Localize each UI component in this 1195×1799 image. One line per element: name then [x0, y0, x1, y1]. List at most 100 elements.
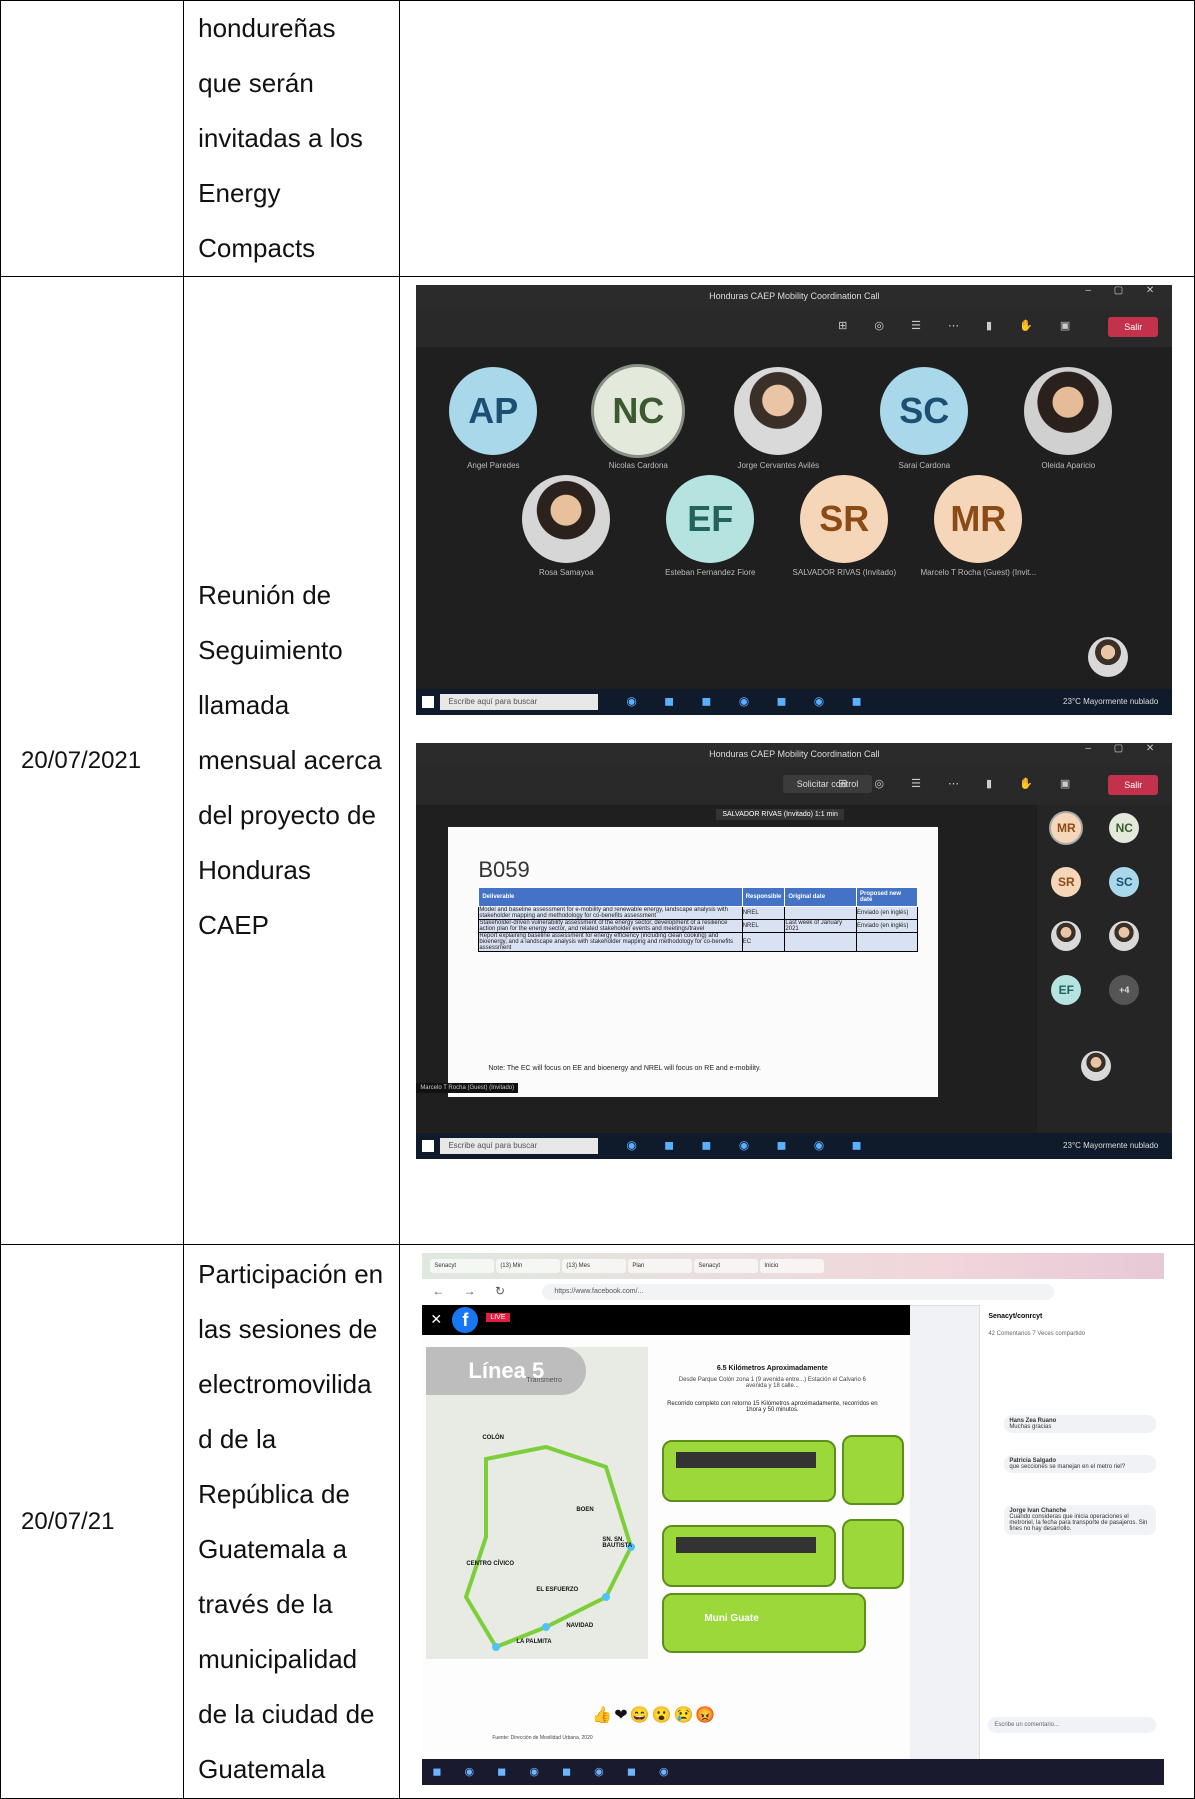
call-controls-icon[interactable]: ⊞ ◎ ☰ ⋯ ▮ ✋ ▣: [838, 777, 1082, 790]
shared-slide: B059 Deliverable Responsible Original da…: [448, 827, 939, 1097]
description-line: municipalidad: [198, 1643, 358, 1674]
comment-bubble: Hans Zea Ruano Muchas gracias: [1004, 1415, 1157, 1433]
taskbar-search-input[interactable]: Escribe aquí para buscar: [440, 694, 599, 710]
participant-name: Angel Paredes: [467, 461, 520, 470]
windows-start-icon[interactable]: [422, 696, 435, 708]
taskbar-apps-icon[interactable]: ◉ ◼ ◼ ◉ ◼ ◉ ◼: [626, 1138, 873, 1152]
poster-headline: 6.5 Kilómetros Aproximadamente: [716, 1365, 828, 1372]
browser-tab[interactable]: Senacyt: [694, 1259, 759, 1273]
participant-name: SALVADOR RIVAS (Invitado): [792, 568, 897, 577]
map-label: COLÓN: [482, 1435, 504, 1441]
date-cell: 20/07/2021: [0, 276, 185, 1245]
route-summary: Recorrido completo con retorno 15 Kilóme…: [667, 1401, 878, 1413]
bus-side-image: [662, 1525, 837, 1587]
comments-panel: Senacyt/conrcyt 42 Comentarios 7 Veces c…: [979, 1305, 1165, 1759]
comment-bubble: Jorge Ivan Chanche Cuando consideras que…: [1004, 1505, 1157, 1535]
route-map: Línea 5 Transmetro COLÓN BOEN SN. SN. BA…: [426, 1347, 649, 1659]
table-header: Deliverable: [478, 887, 743, 907]
self-video-thumbnail: [1088, 637, 1129, 677]
source-text: Fuente: Dirección de Movilidad Urbana, 2…: [492, 1735, 593, 1741]
slide-note: Note: The EC will focus on EE and bioene…: [488, 1065, 761, 1072]
evidence-cell: Honduras CAEP Mobility Coordination Call…: [399, 276, 1195, 1245]
more-participants-badge[interactable]: +4: [1109, 975, 1140, 1005]
participant-avatar: MR: [1051, 813, 1082, 843]
live-badge: LIVE: [486, 1313, 510, 1322]
facebook-live-screenshot: Senacyt (13) Min (13) Mes Plan Senacyt I…: [422, 1253, 1165, 1785]
description-line: del proyecto de: [198, 800, 376, 830]
close-icon[interactable]: ✕: [430, 1311, 442, 1328]
description-line: Compacts: [198, 233, 316, 263]
comment-text: Cuando consideras que inicia operaciones…: [1009, 1514, 1148, 1532]
window-title: Honduras CAEP Mobility Coordination Call: [416, 285, 1173, 307]
table-row: Model and baseline assessment for e-mobi…: [478, 906, 919, 920]
browser-tab[interactable]: Plan: [628, 1259, 693, 1273]
participant-photo: [1024, 367, 1113, 455]
self-video-thumbnail: [1081, 1051, 1112, 1081]
reactions-bar[interactable]: 👍❤😄😮😢😡: [592, 1705, 717, 1725]
taskbar-search-input[interactable]: Escribe aquí para buscar: [440, 1138, 599, 1154]
description-line: las sesiones de: [198, 1313, 378, 1344]
comment-input[interactable]: Escribe un comentario...: [988, 1717, 1157, 1733]
url-input[interactable]: https://www.facebook.com/...: [542, 1284, 1055, 1300]
table-cell: [784, 906, 857, 920]
description-line: Guatemala a: [198, 1533, 348, 1564]
deliverables-table: Deliverable Responsible Original date Pr…: [478, 887, 919, 952]
map-label: LA PALMITA: [516, 1639, 552, 1645]
browser-tabs: Senacyt (13) Min (13) Mes Plan Senacyt I…: [422, 1253, 1165, 1279]
map-label: NAVIDAD: [566, 1623, 594, 1629]
description-line: invitadas a los: [198, 123, 363, 153]
taskbar-weather: 23°C Mayormente nublado: [1063, 697, 1159, 706]
participant-photo: [1051, 921, 1082, 951]
map-label: CENTRO CÍVICO: [466, 1561, 514, 1567]
description-line: CAEP: [198, 910, 269, 940]
slide-title: B059: [478, 857, 530, 882]
date-cell: 20/07/21: [0, 1244, 185, 1799]
taskbar-apps-icon[interactable]: ◉ ◼ ◼ ◉ ◼ ◉ ◼: [626, 694, 873, 708]
participants-pane: MR NC SR SC EF +4: [1037, 805, 1173, 1133]
description-line: través de la: [198, 1588, 333, 1619]
description-line: electromovilida: [198, 1368, 372, 1399]
evidence-cell: Senacyt (13) Min (13) Mes Plan Senacyt I…: [399, 1244, 1195, 1799]
leave-button[interactable]: Salir: [1108, 775, 1159, 795]
page-name[interactable]: Senacyt/conrcyt: [988, 1313, 1042, 1320]
windows-taskbar: ◼ ◉ ◼ ◉ ◼ ◉ ◼ ◉: [422, 1759, 1165, 1785]
browser-tab[interactable]: Senacyt: [430, 1259, 495, 1273]
participant-name: Sarai Cardona: [898, 461, 951, 470]
description-line: mensual acerca: [198, 745, 382, 775]
participant-name: Jorge Cervantes Avilés: [737, 461, 820, 470]
leave-button[interactable]: Salir: [1108, 317, 1159, 337]
table-row: 20/07/2021 Reunión de Seguimiento llamad…: [0, 276, 1195, 1245]
table-cell: NREL: [741, 906, 786, 920]
browser-tab[interactable]: Inicio: [760, 1259, 825, 1273]
participant-avatar: NC: [1109, 813, 1140, 843]
taskbar-apps-icon[interactable]: ◼ ◉ ◼ ◉ ◼ ◉ ◼ ◉: [432, 1765, 678, 1778]
presenter-banner: SALVADOR RIVAS (Invitado) 1:1 min: [716, 809, 844, 820]
participant-name: Esteban Fernandez Fiore: [665, 568, 756, 577]
table-cell: Enviado (en inglés): [855, 906, 919, 920]
route-line: [464, 1444, 636, 1651]
description-line: llamada: [198, 690, 290, 720]
description-line: Participación en: [198, 1258, 384, 1289]
participant-avatar: MR: [934, 475, 1023, 563]
participant-avatar: EF: [1051, 975, 1082, 1005]
comment-text: que secciones se manejan en el metro rie…: [1009, 1464, 1126, 1470]
browser-tab[interactable]: (13) Mes: [562, 1259, 627, 1273]
muni-logo: Muni Guate: [704, 1613, 759, 1624]
bus-rear-image: [842, 1519, 905, 1589]
table-row: 20/07/21 Participación en las sesiones d…: [0, 1244, 1195, 1799]
date-cell: [0, 0, 185, 277]
windows-start-icon[interactable]: [422, 1140, 435, 1152]
call-controls-icon[interactable]: ⊞ ◎ ☰ ⋯ ▮ ✋ ▣: [838, 319, 1082, 332]
teams-share-screenshot: Honduras CAEP Mobility Coordination Call…: [416, 743, 1173, 1159]
comments-count[interactable]: 42 Comentarios 7 Veces compartido: [988, 1331, 1085, 1337]
nav-arrows-icon[interactable]: ← → ↻: [432, 1284, 513, 1298]
table-cell: Stakeholder-driven vulnerability assessm…: [478, 919, 743, 933]
window-controls-icon: – ▢ ✕: [1085, 285, 1165, 296]
browser-tab[interactable]: (13) Min: [496, 1259, 561, 1273]
facebook-logo-icon: f: [452, 1307, 479, 1333]
description-line: República de: [198, 1478, 350, 1509]
table-row: hondureñas que serán invitadas a los Ene…: [0, 0, 1195, 277]
table-row: Stakeholder-driven vulnerability assessm…: [478, 919, 919, 933]
window-controls-icon: – ▢ ✕: [1085, 743, 1165, 754]
description-cell: Reunión de Seguimiento llamada mensual a…: [183, 276, 401, 1245]
